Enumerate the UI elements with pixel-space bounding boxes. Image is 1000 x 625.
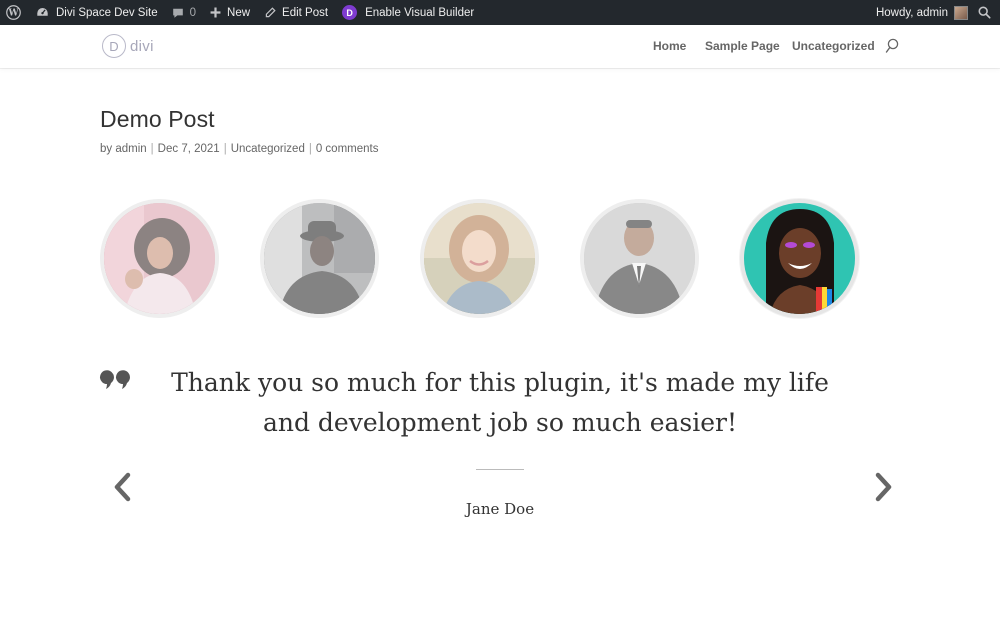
divi-icon: D	[342, 5, 358, 20]
next-testimonial-button[interactable]	[872, 472, 894, 507]
comments-link[interactable]: 0	[165, 0, 203, 25]
wordpress-icon: W	[6, 5, 21, 20]
avatar-1[interactable]	[100, 199, 219, 318]
site-name-link[interactable]: Divi Space Dev Site	[29, 0, 165, 25]
post-author[interactable]: by admin	[100, 143, 147, 155]
quote-icon	[99, 369, 130, 394]
logo-mark: D	[102, 34, 126, 58]
nav-sample-page[interactable]: Sample Page	[705, 39, 780, 53]
search-icon	[978, 6, 991, 19]
logo-text: divi	[130, 37, 154, 55]
admin-bar: W Divi Space Dev Site 0 New Edit Post D …	[0, 0, 1000, 25]
howdy-label: Howdy, admin	[875, 6, 948, 19]
previous-testimonial-button[interactable]	[112, 472, 134, 507]
svg-text:W: W	[7, 9, 19, 19]
avatar-4[interactable]	[580, 199, 699, 318]
avatar-2[interactable]	[260, 199, 379, 318]
testimonial-divider	[476, 469, 524, 470]
site-name: Divi Space Dev Site	[56, 6, 158, 19]
visual-builder-link[interactable]: D Enable Visual Builder	[335, 0, 481, 25]
post-comments[interactable]: 0 comments	[316, 143, 379, 155]
plus-icon	[210, 7, 221, 18]
post-title: Demo Post	[100, 106, 215, 132]
testimonial-quote: Thank you so much for this plugin, it's …	[171, 368, 829, 437]
edit-post-label: Edit Post	[282, 6, 329, 19]
comments-count: 0	[189, 6, 197, 19]
chevron-left-icon	[114, 472, 131, 502]
pencil-icon	[265, 6, 276, 17]
meta-separator: |	[308, 143, 312, 155]
post-meta: by admin | Dec 7, 2021 | Uncategorized | 0 com…	[100, 143, 378, 155]
search-icon	[885, 38, 899, 53]
avatar-3[interactable]	[420, 199, 539, 318]
user-avatar	[954, 5, 968, 20]
comment-icon	[172, 8, 183, 18]
meta-separator: |	[150, 143, 154, 155]
wordpress-menu[interactable]: W	[0, 0, 29, 25]
testimonial-author: Jane Doe	[465, 500, 535, 518]
header-search-button[interactable]	[885, 38, 899, 59]
avatar-5[interactable]	[740, 199, 859, 318]
edit-post-link[interactable]: Edit Post	[257, 0, 335, 25]
new-label: New	[227, 6, 251, 19]
visual-builder-label: Enable Visual Builder	[365, 6, 475, 19]
new-content-link[interactable]: New	[203, 0, 257, 25]
account-menu[interactable]: Howdy, admin	[869, 0, 970, 25]
nav-home[interactable]: Home	[653, 39, 686, 53]
site-header: D divi Home Sample Page Uncategorized	[0, 25, 1000, 68]
chevron-right-icon	[875, 472, 892, 502]
meta-separator: |	[223, 143, 227, 155]
nav-uncategorized[interactable]: Uncategorized	[792, 39, 875, 53]
admin-search-button[interactable]	[970, 0, 1000, 25]
site-logo[interactable]: D divi	[102, 34, 154, 58]
post-category[interactable]: Uncategorized	[231, 143, 305, 155]
post-date: Dec 7, 2021	[157, 143, 220, 155]
testimonial-avatars	[0, 199, 1000, 321]
dashboard-icon	[37, 7, 48, 16]
